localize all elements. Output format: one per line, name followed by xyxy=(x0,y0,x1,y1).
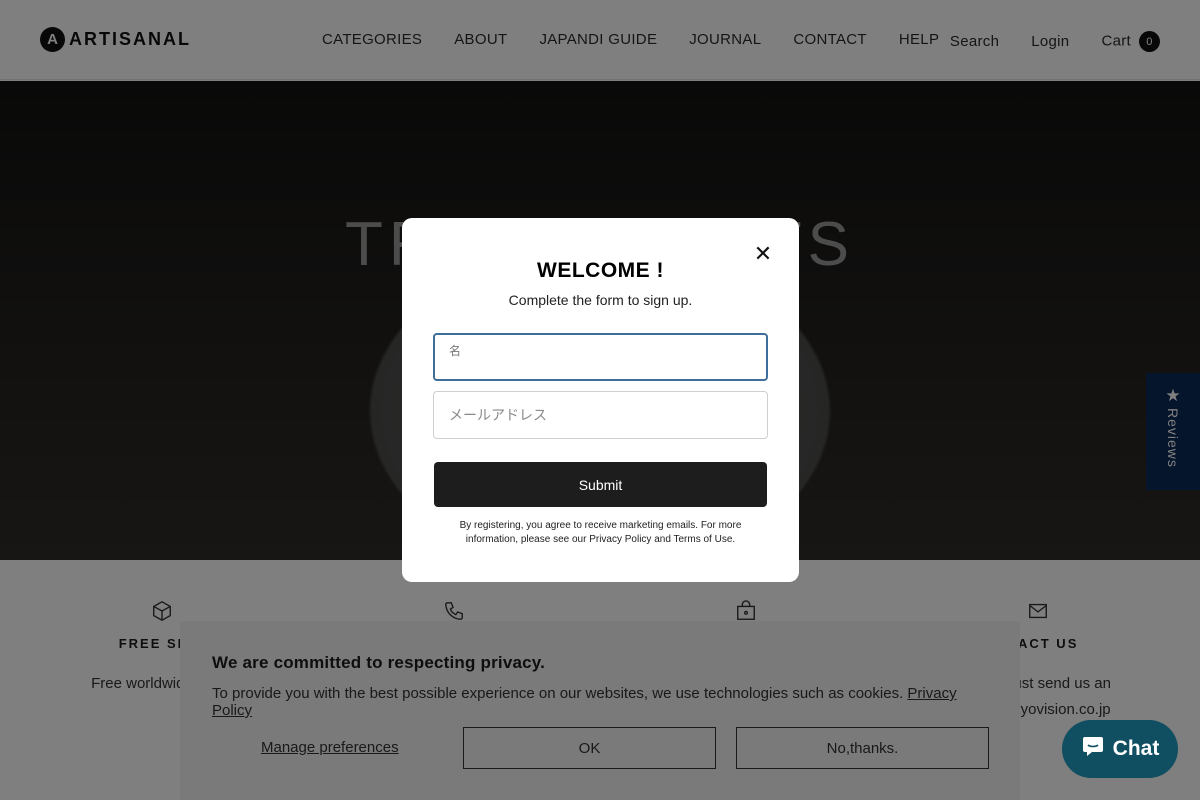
signup-modal: ✕ WELCOME ! Complete the form to sign up… xyxy=(402,218,799,582)
name-field-label: 名 xyxy=(449,344,462,358)
chat-bubble-icon xyxy=(1081,735,1105,763)
legal-notice: By registering, you agree to receive mar… xyxy=(459,520,742,545)
modal-title: WELCOME ! xyxy=(537,259,664,282)
chat-label: Chat xyxy=(1112,737,1160,760)
chat-button[interactable]: Chat xyxy=(1062,720,1178,778)
submit-button[interactable]: Submit xyxy=(434,462,767,507)
modal-subtitle: Complete the form to sign up. xyxy=(508,292,693,308)
name-input[interactable] xyxy=(433,333,768,381)
email-input[interactable] xyxy=(433,391,768,439)
